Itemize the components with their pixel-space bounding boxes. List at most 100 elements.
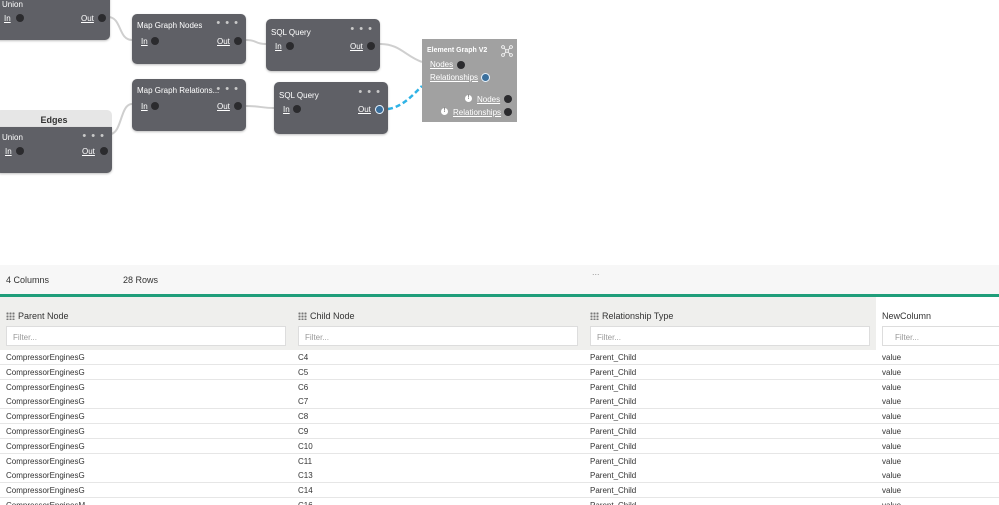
nodes-out-label[interactable]: Nodes [477,95,500,104]
table-row[interactable]: CompressorEnginesG C14 Parent_Child value [0,483,999,499]
map-graph-nodes-node[interactable]: Map Graph Nodes • • • In Out [132,14,246,64]
wire-map-rels-to-sql [245,105,275,109]
column-header-parent-node[interactable]: Parent Node Filter... [0,297,293,352]
node-menu-icon[interactable]: • • • [358,85,381,99]
out-port-dot[interactable] [234,102,242,110]
in-port-dot[interactable] [151,102,159,110]
table-row[interactable]: CompressorEnginesG C8 Parent_Child value [0,409,999,425]
in-port-label[interactable]: In [141,102,148,111]
node-menu-icon[interactable]: • • • [80,0,103,6]
out-port-label[interactable]: Out [217,102,230,111]
out-port-label[interactable]: Out [81,14,94,23]
sql-query-node-top[interactable]: SQL Query • • • In Out [266,19,380,71]
table-cell: Parent_Child [590,471,637,481]
table-cell: C16 [298,501,313,505]
in-port-label[interactable]: In [275,42,282,51]
warning-icon: ! [441,108,448,115]
in-port-label[interactable]: In [5,147,12,156]
drag-grip-icon[interactable] [6,312,15,320]
column-name: NewColumn [882,311,932,321]
map-graph-relations-node[interactable]: Map Graph Relations... • • • In Out [132,79,246,131]
in-port-dot[interactable] [286,42,294,50]
row-count-label: Rows [135,275,159,285]
node-menu-icon[interactable]: • • • [216,82,239,96]
filter-input-parent-node[interactable]: Filter... [6,326,286,346]
table-cell: CompressorEnginesG [6,397,85,407]
table-cell: CompressorEnginesG [6,427,85,436]
wire-union-to-map-nodes [107,16,133,41]
table-row[interactable]: CompressorEnginesG C4 Parent_Child value [0,350,999,365]
nodes-out-dot[interactable] [504,95,512,103]
out-port-label[interactable]: Out [82,147,95,156]
table-cell: CompressorEnginesG [6,382,85,392]
wire-union-to-map-rels [109,103,133,135]
column-header-child-node[interactable]: Child Node Filter... [292,297,585,352]
column-header-relationship-type[interactable]: Relationship Type Filter... [584,297,877,352]
filter-input-new-column[interactable]: Filter... [882,326,999,346]
column-count-label: Columns [13,275,50,285]
out-port-dot[interactable] [98,14,106,22]
node-menu-icon[interactable]: • • • [350,22,373,36]
node-title: SQL Query [279,91,319,100]
table-row[interactable]: CompressorEnginesG C5 Parent_Child value [0,364,999,380]
out-port-dot-active[interactable] [375,105,384,114]
out-port-label[interactable]: Out [350,42,363,51]
nodes-in-dot[interactable] [457,61,465,69]
in-port-label[interactable]: In [141,37,148,46]
table-cell: C5 [298,367,309,377]
relationships-out-dot[interactable] [504,108,512,116]
warning-icon: ! [465,95,472,102]
out-port-dot[interactable] [234,37,242,45]
table-row[interactable]: CompressorEnginesG C10 Parent_Child value [0,438,999,454]
table-cell: value [882,441,902,451]
table-row[interactable]: CompressorEnginesG C9 Parent_Child value [0,424,999,439]
column-header-new-column[interactable]: NewColumn Filter... [876,297,999,352]
in-port-dot[interactable] [293,105,301,113]
in-port-dot[interactable] [16,14,24,22]
node-menu-icon[interactable]: • • • [216,16,239,30]
filter-input-relationship-type[interactable]: Filter... [590,326,870,346]
node-title: Map Graph Nodes [137,21,203,30]
table-row[interactable]: CompressorEnginesG C11 Parent_Child value [0,453,999,469]
table-cell: CompressorEnginesG [6,412,85,422]
out-port-dot[interactable] [100,147,108,155]
drag-grip-icon[interactable] [298,312,307,320]
out-port-label[interactable]: Out [358,105,371,114]
in-port-label[interactable]: In [283,105,290,114]
filter-input-child-node[interactable]: Filter... [298,326,578,346]
data-grid[interactable]: Parent Node Filter... Child Node Filter.… [0,297,999,505]
column-count: 4 Columns [6,275,49,285]
table-row[interactable]: CompressorEnginesG C7 Parent_Child value [0,394,999,410]
table-row[interactable]: CompressorEnginesG C6 Parent_Child value [0,379,999,395]
resize-handle[interactable]: ... [592,267,600,277]
in-port-dot[interactable] [16,147,24,155]
drag-grip-icon[interactable] [590,312,599,320]
table-cell: CompressorEnginesG [6,471,85,481]
in-port-label[interactable]: In [4,14,11,23]
node-menu-icon[interactable]: • • • [82,129,105,143]
node-title: Element Graph V2 [427,47,488,54]
in-port-dot[interactable] [151,37,159,45]
pipeline-canvas[interactable]: Union • • • In Out Map Graph Nodes • • •… [0,0,999,265]
column-name: Child Node [310,311,355,321]
element-graph-node[interactable]: Element Graph V2 Nodes Relationships ! N… [422,39,517,122]
table-row[interactable]: CompressorEnginesM C16 Parent_Child value [0,498,999,505]
nodes-in-label[interactable]: Nodes [430,60,453,69]
row-count-value: 28 [123,275,134,285]
relationships-out-label[interactable]: Relationships [453,108,501,117]
table-cell: C11 [298,456,313,466]
relationships-in-label[interactable]: Relationships [430,73,478,82]
table-cell: value [882,397,902,407]
table-row[interactable]: CompressorEnginesG C13 Parent_Child value [0,468,999,484]
group-title: Edges [40,115,68,125]
out-port-label[interactable]: Out [217,37,230,46]
table-cell: value [882,456,902,466]
table-cell: Parent_Child [590,501,636,505]
table-cell: Parent_Child [590,367,637,377]
sql-query-node-bottom[interactable]: SQL Query • • • In Out [274,82,388,134]
out-port-dot[interactable] [367,42,375,50]
union-node-top[interactable]: Union • • • In Out [0,0,110,40]
row-count: 28 Rows [123,275,158,285]
union-node-bottom[interactable]: Union • • • In Out [0,127,112,173]
relationships-in-dot[interactable] [481,73,490,82]
